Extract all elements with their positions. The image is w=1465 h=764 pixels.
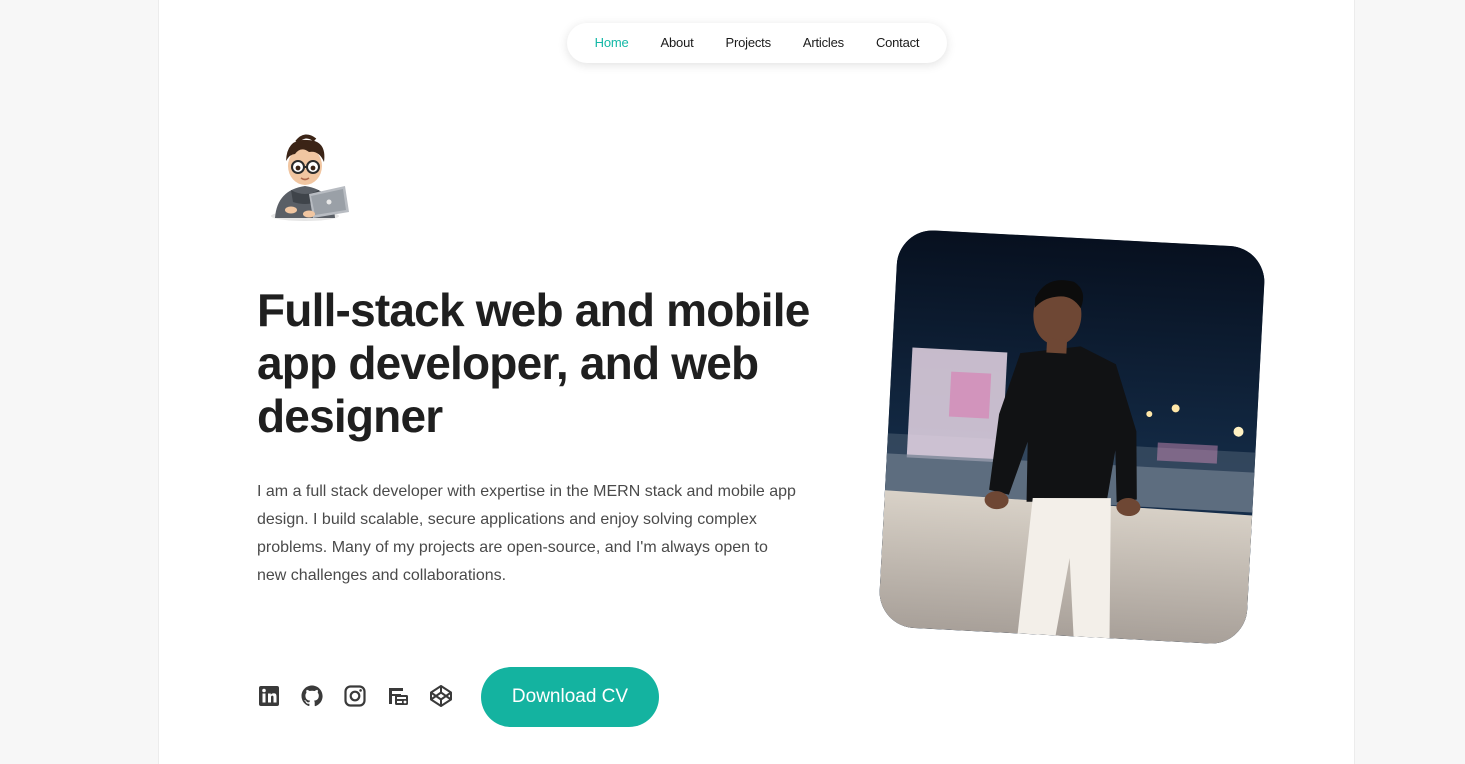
avatar-illustration xyxy=(271,134,349,221)
nav-home[interactable]: Home xyxy=(579,23,645,63)
linkedin-icon[interactable] xyxy=(257,684,281,708)
nav-projects[interactable]: Projects xyxy=(710,23,787,63)
download-cv-button[interactable]: Download CV xyxy=(481,667,659,727)
nav-about[interactable]: About xyxy=(645,23,710,63)
social-links xyxy=(257,681,472,711)
avatar xyxy=(257,128,353,224)
top-nav: Home About Projects Articles Contact xyxy=(567,23,947,63)
hero-intro: I am a full stack developer with experti… xyxy=(257,483,796,584)
instagram-icon[interactable] xyxy=(343,684,367,708)
profile-photo xyxy=(877,228,1267,646)
github-icon[interactable] xyxy=(300,684,324,708)
nav-contact[interactable]: Contact xyxy=(860,23,935,63)
nav-articles[interactable]: Articles xyxy=(787,23,860,63)
codepen-icon[interactable] xyxy=(429,684,453,708)
profile-photo-image xyxy=(877,228,1267,646)
fiverr-icon[interactable] xyxy=(386,684,410,708)
hero-headline: Full-stack web and mobile app developer,… xyxy=(257,284,810,442)
